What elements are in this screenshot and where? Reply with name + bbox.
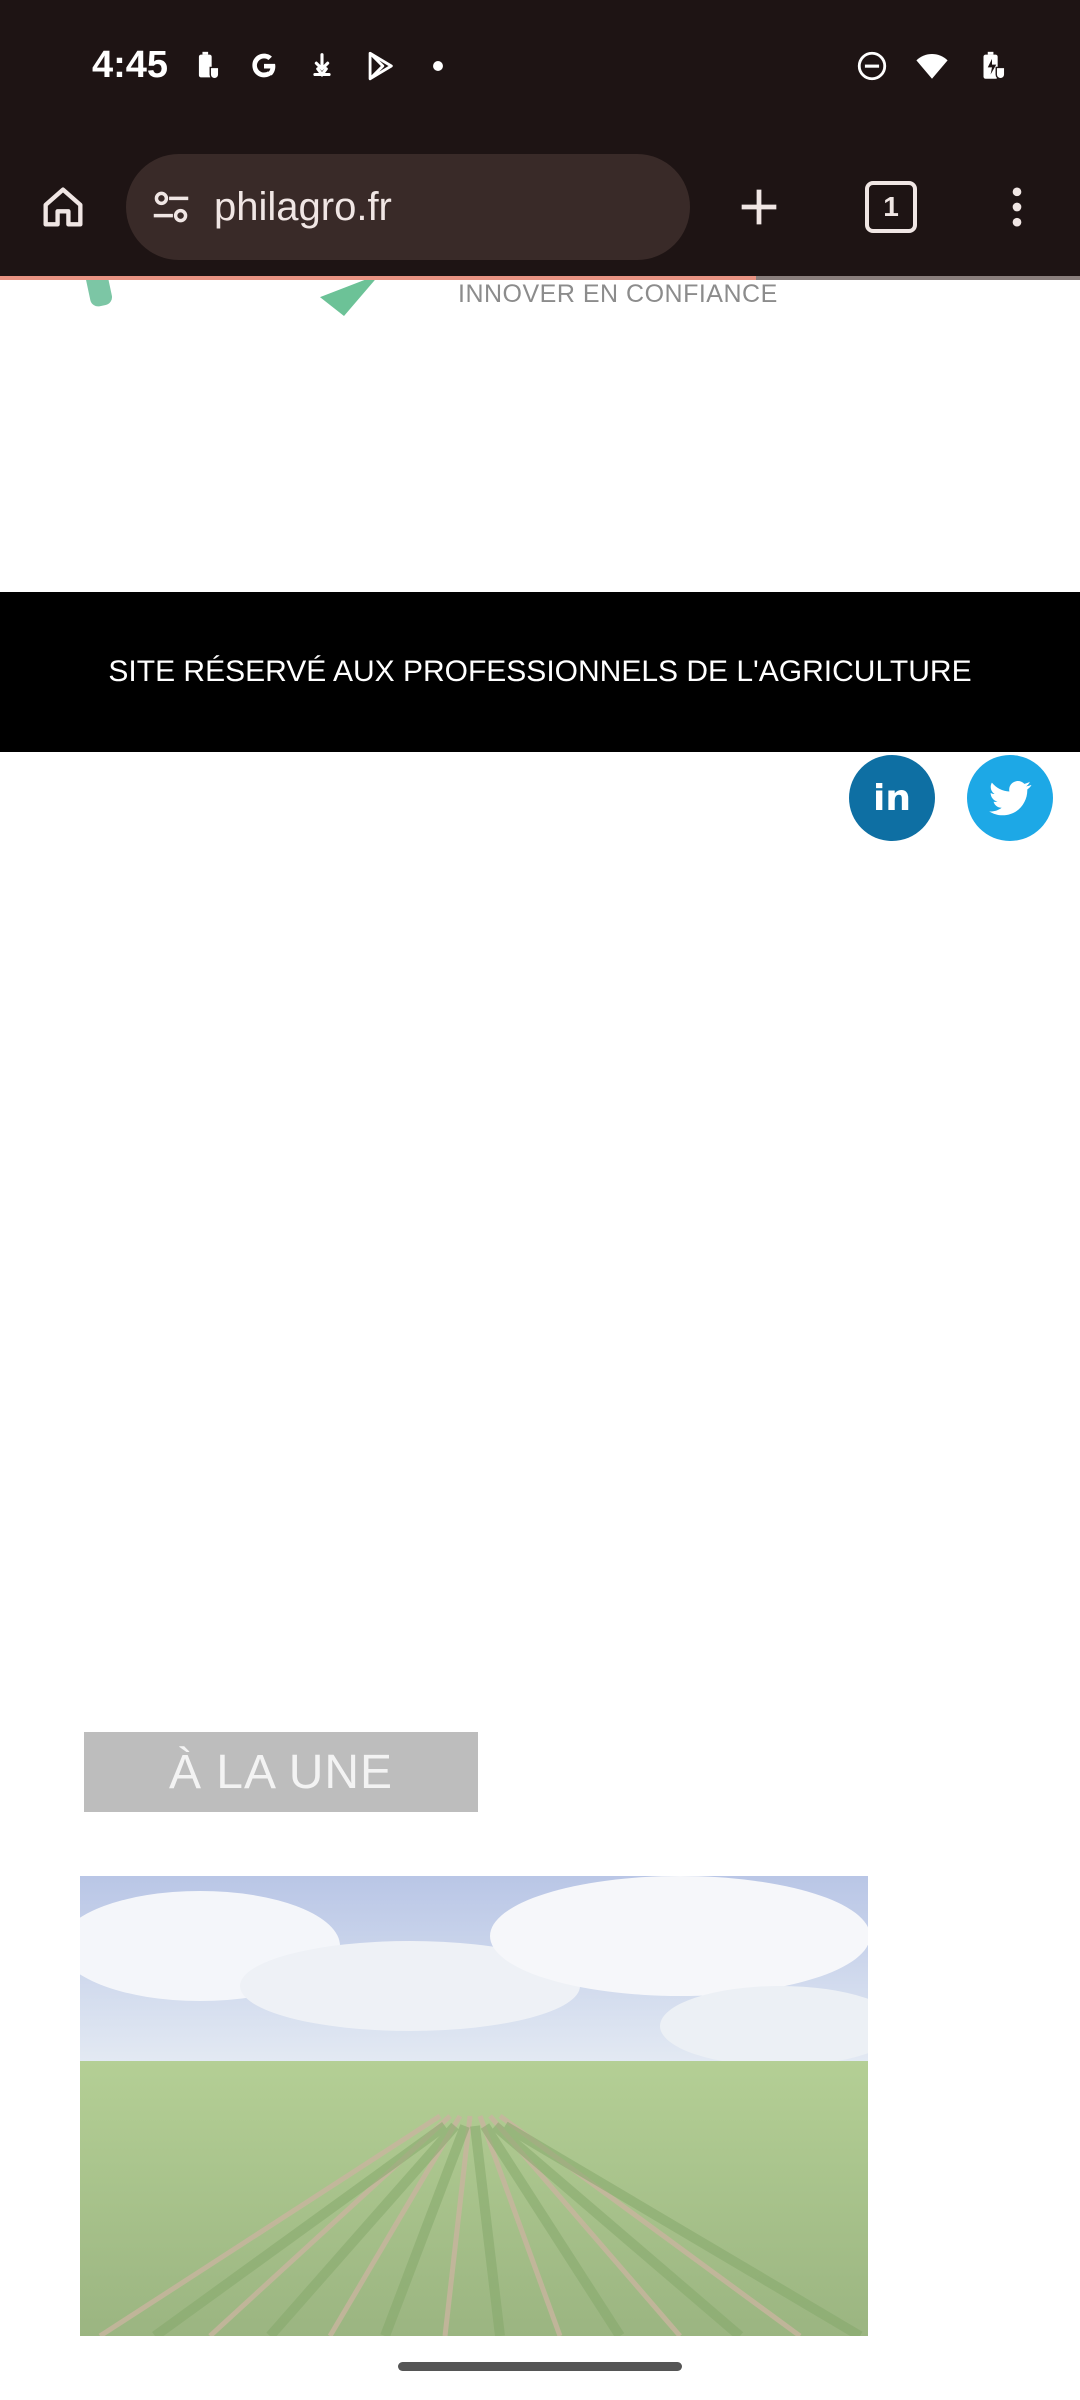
- status-bar: 4:45: [0, 0, 1080, 140]
- linkedin-icon: in: [873, 777, 911, 819]
- twitter-icon: [989, 781, 1032, 816]
- professional-notice-banner: SITE RÉSERVÉ AUX PROFESSIONNELS DE L'AGR…: [0, 592, 1080, 752]
- notification-dot-icon: [420, 48, 456, 84]
- url-bar[interactable]: philagro.fr: [126, 154, 690, 260]
- browser-toolbar: philagro.fr 1: [0, 140, 1080, 276]
- more-vert-icon: [1012, 187, 1022, 227]
- site-settings-icon[interactable]: [146, 182, 196, 232]
- tab-count: 1: [865, 181, 917, 233]
- new-tab-button[interactable]: [714, 162, 804, 252]
- logo-leaf-shape: [320, 280, 380, 316]
- browser-menu-button[interactable]: [972, 162, 1062, 252]
- twitter-button[interactable]: [967, 755, 1053, 841]
- wifi-icon: [914, 48, 950, 84]
- download-icon: [304, 48, 340, 84]
- google-icon: [246, 48, 282, 84]
- logo-leaf-shape: [84, 280, 114, 308]
- url-text[interactable]: philagro.fr: [214, 185, 392, 230]
- site-logo-area[interactable]: INNOVER EN CONFIANCE: [0, 280, 1080, 592]
- banner-text: SITE RÉSERVÉ AUX PROFESSIONNELS DE L'AGR…: [108, 655, 972, 688]
- vineyard-field-image: [80, 1876, 868, 2336]
- home-button[interactable]: [18, 162, 108, 252]
- battery-charging-icon: [974, 48, 1010, 84]
- status-time: 4:45: [92, 44, 169, 86]
- plus-icon: [741, 189, 777, 225]
- featured-article-image[interactable]: [80, 1876, 868, 2336]
- site-tagline: INNOVER EN CONFIANCE: [458, 280, 778, 308]
- section-label-a-la-une: À LA UNE: [84, 1732, 478, 1812]
- status-left-icons: [188, 48, 456, 84]
- tab-switcher-button[interactable]: 1: [846, 162, 936, 252]
- home-icon: [43, 187, 83, 227]
- gesture-navigation-bar[interactable]: [398, 2362, 682, 2371]
- status-right-icons: [854, 48, 1010, 84]
- linkedin-button[interactable]: in: [849, 755, 935, 841]
- do-not-disturb-icon: [854, 48, 890, 84]
- play-store-icon: [362, 48, 398, 84]
- battery-saver-icon: [188, 48, 224, 84]
